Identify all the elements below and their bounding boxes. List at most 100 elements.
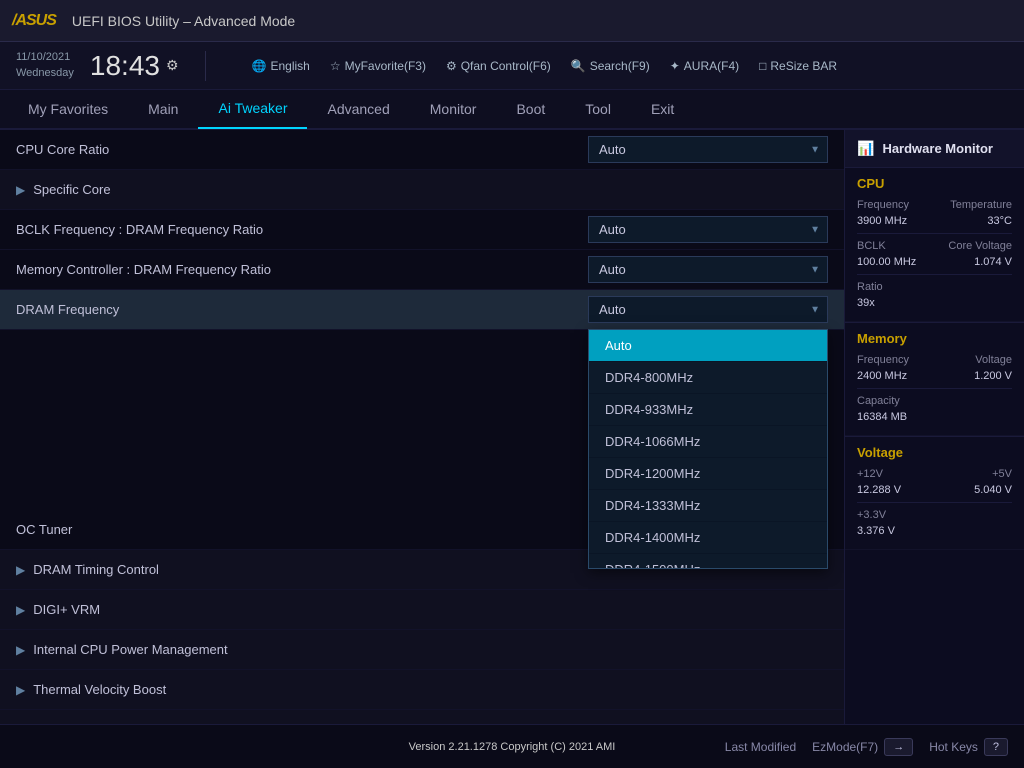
hot-keys-button[interactable]: Hot Keys ? [929,738,1008,756]
dram-frequency-select[interactable]: Auto [588,296,828,323]
myfavorite-tool[interactable]: ☆ MyFavorite(F3) [330,59,426,73]
hw-v12-label-row: +12V +5V [857,468,1012,480]
language-tool[interactable]: 🌐 English [252,59,310,73]
vf-point-row[interactable]: ▶ V/F Point Offset [0,710,844,724]
resizebar-tool[interactable]: □ ReSize BAR [759,59,837,73]
thermal-arrow: ▶ [16,683,25,697]
cpu-core-ratio-select-wrapper: Auto [588,136,828,163]
bclk-freq-select[interactable]: Auto [588,216,828,243]
digiplus-vrm-row[interactable]: ▶ DIGI+ VRM [0,590,844,630]
hw-mem-capacity-value: 16384 MB [857,411,907,423]
bclk-freq-row: BCLK Frequency : DRAM Frequency Ratio Au… [0,210,844,250]
nav-ai-tweaker[interactable]: Ai Tweaker [198,89,307,129]
hw-bclk-label-row: BCLK Core Voltage [857,240,1012,252]
time-display: 18:43 ⚙ [90,50,179,82]
hardware-monitor-panel: 📊 Hardware Monitor CPU Frequency Tempera… [844,130,1024,724]
qfan-tool[interactable]: ⚙ Qfan Control(F6) [446,59,551,73]
hw-cpu-freq-row: Frequency Temperature [857,199,1012,211]
hw-mem-capacity-label: Capacity [857,395,900,407]
nav-tool[interactable]: Tool [565,89,631,129]
date-display: 11/10/2021 Wednesday [16,50,74,81]
nav-main[interactable]: Main [128,89,198,129]
vf-label: V/F Point Offset [33,722,828,724]
monitor-icon: 📊 [857,140,874,157]
vf-arrow: ▶ [16,723,25,725]
dram-frequency-label: DRAM Frequency [16,302,588,317]
dram-option-ddr4-1500[interactable]: DDR4-1500MHz [589,554,827,569]
bclk-freq-label: BCLK Frequency : DRAM Frequency Ratio [16,222,588,237]
hw-cpu-freq-val-row: 3900 MHz 33°C [857,215,1012,227]
hw-cpu-temp-value: 33°C [987,215,1012,227]
search-tool[interactable]: 🔍 Search(F9) [571,59,650,73]
version-text: Version 2.21.1278 Copyright (C) 2021 AMI [409,741,616,753]
dram-option-ddr4-800[interactable]: DDR4-800MHz [589,362,827,394]
hw-mem-freq-label-row: Frequency Voltage [857,354,1012,366]
bclk-freq-select-wrapper: Auto [588,216,828,243]
digiplus-arrow: ▶ [16,603,25,617]
hw-ratio-label-row: Ratio [857,281,1012,293]
hw-v12-label: +12V [857,468,883,480]
hw-mem-voltage-value: 1.200 V [974,370,1012,382]
nav-my-favorites[interactable]: My Favorites [8,89,128,129]
last-modified-label: Last Modified [725,740,796,754]
hw-bclk-label: BCLK [857,240,886,252]
hw-monitor-title: Hardware Monitor [882,141,993,156]
hw-voltage-title: Voltage [857,445,1012,460]
footer: Version 2.21.1278 Copyright (C) 2021 AMI… [0,724,1024,768]
cpu-power-mgmt-row[interactable]: ▶ Internal CPU Power Management [0,630,844,670]
nav-monitor[interactable]: Monitor [410,89,497,129]
hw-ratio-label: Ratio [857,281,883,293]
hw-memory-title: Memory [857,331,1012,346]
nav-boot[interactable]: Boot [496,89,565,129]
time-tools-bar: 11/10/2021 Wednesday 18:43 ⚙ 🌐 English ☆… [0,42,1024,90]
hot-keys-label: Hot Keys [929,740,978,754]
settings-panel: CPU Core Ratio Auto ▶ Specific Core BCLK… [0,130,844,724]
thermal-velocity-row[interactable]: ▶ Thermal Velocity Boost [0,670,844,710]
cpu-power-label: Internal CPU Power Management [33,642,828,657]
hw-core-voltage-value: 1.074 V [974,256,1012,268]
memory-controller-select-wrapper: Auto [588,256,828,283]
nav-exit[interactable]: Exit [631,89,694,129]
hw-ratio-value: 39x [857,297,875,309]
digiplus-label: DIGI+ VRM [33,602,828,617]
dram-option-ddr4-933[interactable]: DDR4-933MHz [589,394,827,426]
hw-bclk-value: 100.00 MHz [857,256,916,268]
hw-v5-label: +5V [992,468,1012,480]
last-modified-button[interactable]: Last Modified [725,740,796,754]
time-settings-icon[interactable]: ⚙ [166,57,179,74]
header-bar: /ASUS UEFI BIOS Utility – Advanced Mode [0,0,1024,42]
hw-v33-val-row: 3.376 V [857,525,1012,537]
hw-core-voltage-label: Core Voltage [948,240,1012,252]
dram-timing-arrow: ▶ [16,563,25,577]
hw-mem-freq-val-row: 2400 MHz 1.200 V [857,370,1012,382]
dram-option-ddr4-1333[interactable]: DDR4-1333MHz [589,490,827,522]
hw-voltage-section: Voltage +12V +5V 12.288 V 5.040 V +3.3V … [845,437,1024,550]
dram-option-auto[interactable]: Auto [589,330,827,362]
header-tools: 🌐 English ☆ MyFavorite(F3) ⚙ Qfan Contro… [252,59,838,73]
specific-core-row[interactable]: ▶ Specific Core [0,170,844,210]
dram-option-ddr4-1066[interactable]: DDR4-1066MHz [589,426,827,458]
hw-v12-value: 12.288 V [857,484,901,496]
dram-option-ddr4-1400[interactable]: DDR4-1400MHz [589,522,827,554]
hot-keys-icon: ? [984,738,1008,756]
hw-memory-section: Memory Frequency Voltage 2400 MHz 1.200 … [845,323,1024,436]
memory-controller-select[interactable]: Auto [588,256,828,283]
cpu-power-arrow: ▶ [16,643,25,657]
hw-mem-cap-label-row: Capacity [857,395,1012,407]
hw-v5-value: 5.040 V [974,484,1012,496]
hw-cpu-freq-value: 3900 MHz [857,215,907,227]
ez-mode-button[interactable]: EzMode(F7) → [812,738,913,756]
dram-frequency-dropdown: Auto DDR4-800MHz DDR4-933MHz DDR4-1066MH… [588,329,828,569]
hw-cpu-section: CPU Frequency Temperature 3900 MHz 33°C … [845,168,1024,322]
nav-advanced[interactable]: Advanced [307,89,409,129]
hw-v33-label-row: +3.3V [857,509,1012,521]
hw-bclk-val-row: 100.00 MHz 1.074 V [857,256,1012,268]
hw-v12-val-row: 12.288 V 5.040 V [857,484,1012,496]
nav-bar: My Favorites Main Ai Tweaker Advanced Mo… [0,90,1024,130]
hw-v33-value: 3.376 V [857,525,895,537]
cpu-core-ratio-select[interactable]: Auto [588,136,828,163]
aura-tool[interactable]: ✦ AURA(F4) [670,59,739,73]
dram-option-ddr4-1200[interactable]: DDR4-1200MHz [589,458,827,490]
hw-mem-voltage-label: Voltage [975,354,1012,366]
hw-mem-cap-val-row: 16384 MB [857,411,1012,423]
